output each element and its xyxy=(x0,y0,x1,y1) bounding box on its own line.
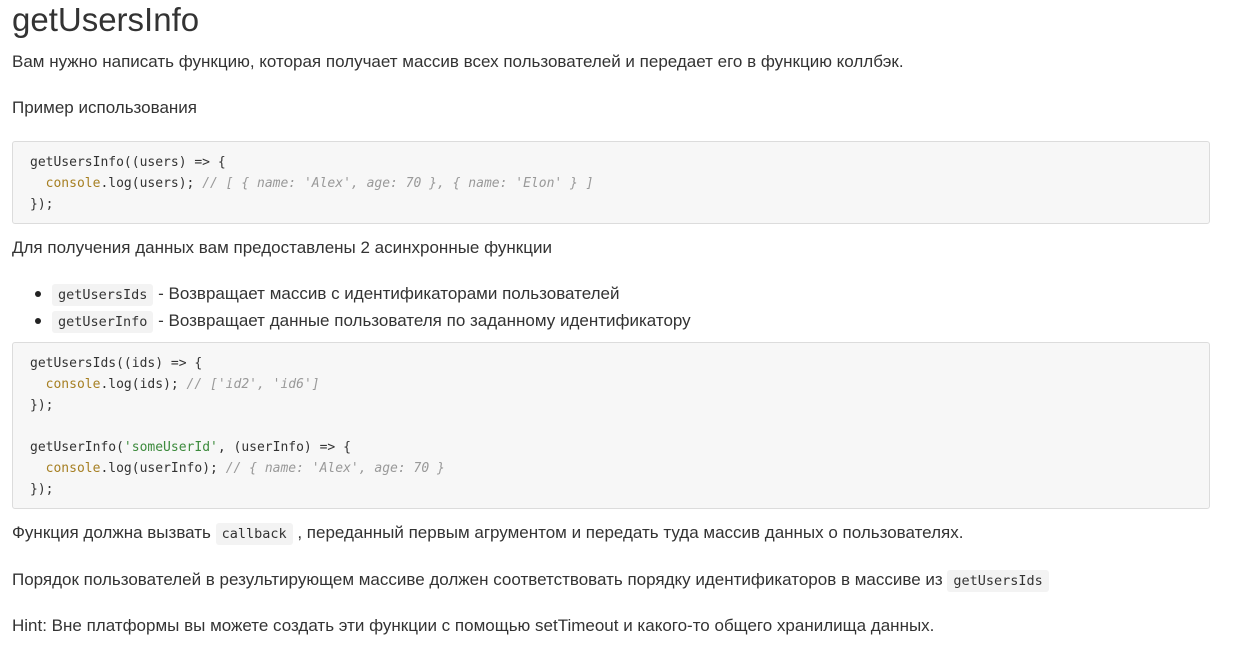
order-paragraph: Порядок пользователей в результирующем м… xyxy=(12,568,1049,593)
code-line: }); xyxy=(30,194,1192,215)
inline-code: getUsersIds xyxy=(947,570,1049,592)
code-block-usage: getUsersInfo((users) => { console.log(us… xyxy=(12,141,1210,224)
code-text: , (userInfo) => { xyxy=(217,440,351,455)
code-comment: // ['id2', 'id6'] xyxy=(186,377,320,392)
bullet-icon xyxy=(35,318,41,324)
paragraph-text: , переданный первым агрументом и передат… xyxy=(292,523,964,542)
code-text: getUserInfo( xyxy=(30,440,124,455)
paragraph-text: Порядок пользователей в результирующем м… xyxy=(12,570,948,589)
inline-code: callback xyxy=(215,523,293,545)
usage-heading: Пример использования xyxy=(12,98,197,117)
callback-paragraph: Функция должна вызвать callback , переда… xyxy=(12,521,963,546)
code-line: getUsersInfo((users) => { xyxy=(30,152,1192,173)
code-block-functions: getUsersIds((ids) => { console.log(ids);… xyxy=(12,342,1210,509)
code-text: }); xyxy=(30,482,54,497)
code-line: getUserInfo('someUserId', (userInfo) => … xyxy=(30,437,1192,458)
code-text: .log(userInfo); xyxy=(100,461,226,476)
code-line: console.log(users); // [ { name: 'Alex',… xyxy=(30,173,1192,194)
code-text: getUsersIds((ids) => { xyxy=(30,356,203,371)
list-item: getUserInfo - Возвращает данные пользова… xyxy=(12,308,691,335)
code-line: console.log(userInfo); // { name: 'Alex'… xyxy=(30,458,1192,479)
code-text: .log(ids); xyxy=(100,377,187,392)
hint-paragraph: Hint: Вне платформы вы можете создать эт… xyxy=(12,616,935,635)
code-line: }); xyxy=(30,479,1192,500)
code-console: console xyxy=(45,461,101,476)
code-line: getUsersIds((ids) => { xyxy=(30,353,1192,374)
code-console: console xyxy=(45,176,101,191)
code-line: console.log(ids); // ['id2', 'id6'] xyxy=(30,374,1192,395)
list-item-desc: - Возвращает данные пользователя по зада… xyxy=(153,311,691,330)
bullet-icon xyxy=(35,291,41,297)
code-text: getUsersInfo((users) => { xyxy=(30,155,226,170)
provided-functions-text: Для получения данных вам предоставлены 2… xyxy=(12,238,552,257)
inline-code: getUserInfo xyxy=(52,311,154,333)
code-comment: // [ { name: 'Alex', age: 70 }, { name: … xyxy=(202,176,594,191)
code-text: .log(users); xyxy=(100,176,203,191)
code-text: }); xyxy=(30,197,54,212)
list-item-desc: - Возвращает массив с идентификаторами п… xyxy=(153,284,620,303)
code-text: }); xyxy=(30,398,54,413)
functions-list: getUsersIds - Возвращает массив с иденти… xyxy=(12,281,691,335)
paragraph-text: Функция должна вызвать xyxy=(12,523,216,542)
inline-code: getUsersIds xyxy=(52,284,154,306)
code-string: 'someUserId' xyxy=(123,440,218,455)
page-title: getUsersInfo xyxy=(12,1,200,38)
code-line: }); xyxy=(30,395,1192,416)
code-console: console xyxy=(45,377,101,392)
intro-paragraph: Вам нужно написать функцию, которая полу… xyxy=(12,52,904,71)
code-comment: // { name: 'Alex', age: 70 } xyxy=(225,461,445,476)
list-item: getUsersIds - Возвращает массив с иденти… xyxy=(12,281,691,308)
